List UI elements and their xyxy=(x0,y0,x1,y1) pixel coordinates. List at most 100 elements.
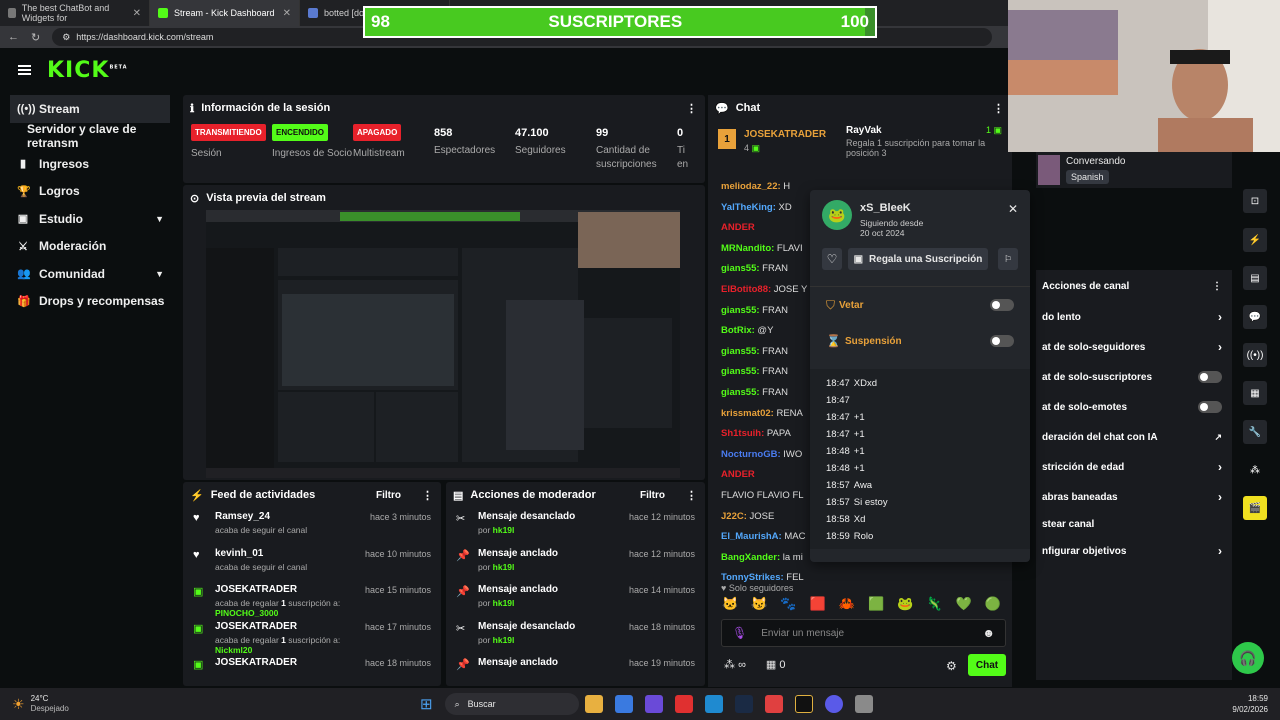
chat-bubble-icon[interactable]: 💬 xyxy=(1243,305,1267,329)
action-age-restriction[interactable]: stricción de edad › xyxy=(1036,452,1232,482)
status-badge: APAGADO xyxy=(353,124,402,141)
action-host-channel[interactable]: stear canal xyxy=(1036,512,1232,536)
back-icon[interactable]: ← xyxy=(8,31,19,43)
emote-bar[interactable]: 🐱 😼 🐾 🟥 🦀 🟩 🐸 🦎 💚 🟢 xyxy=(722,596,1001,612)
close-tab-icon[interactable]: ✕ xyxy=(283,8,291,19)
close-icon[interactable]: ✕ xyxy=(1008,202,1018,238)
chat-username: NocturnoGB: xyxy=(721,448,781,460)
apps-icon[interactable]: ⁂ xyxy=(1243,458,1267,482)
browser-tab[interactable]: The best ChatBot and Widgets for ✕ xyxy=(0,0,150,26)
chat-text: PAPA xyxy=(764,428,791,440)
unpin-icon: ✂ xyxy=(456,513,466,525)
clip-icon[interactable]: ⊡ xyxy=(1243,189,1267,213)
stat-multistream: APAGADO Multistream xyxy=(353,124,434,172)
sidebar-item-server-key[interactable]: Servidor y clave de retransm xyxy=(0,122,180,150)
webcam-image xyxy=(1008,0,1280,152)
chat-input[interactable]: 🎙 Enviar un mensaje ☻ xyxy=(721,619,1006,647)
store-icon[interactable]: ▦ 0 xyxy=(766,658,786,671)
user-message-log: 18:47 XDxd 18:47 18:47 +1 18:47 +1 18:48 +1 18:48… xyxy=(810,369,1030,549)
chat-username: krissmat02: xyxy=(721,407,774,419)
more-options-icon[interactable]: ⋮ xyxy=(686,489,697,502)
tab-favicon-icon xyxy=(158,8,168,18)
discord-icon[interactable] xyxy=(824,695,843,713)
browser-tab-active[interactable]: Stream - Kick Dashboard ✕ xyxy=(150,0,300,26)
filter-button[interactable]: Filtro xyxy=(376,490,401,501)
reload-icon[interactable]: ↻ xyxy=(31,31,40,44)
chat-text: H xyxy=(780,181,791,192)
chart-icon: ▮ xyxy=(19,158,27,171)
chevron-right-icon: › xyxy=(1218,490,1222,504)
app-icon[interactable] xyxy=(644,695,663,713)
layout-icon[interactable]: ▦ xyxy=(1243,381,1267,405)
action-emotes-only[interactable]: at de solo-emotes xyxy=(1036,392,1232,422)
more-options-icon[interactable]: ⋮ xyxy=(686,102,697,115)
menu-icon[interactable] xyxy=(18,65,31,75)
gift-sub-button[interactable]: ▣ Regala una Suscripción xyxy=(848,248,988,270)
heart-icon: ♥ xyxy=(193,512,200,524)
chat-text: @Y xyxy=(754,325,774,337)
more-options-icon[interactable]: ⋮ xyxy=(1212,281,1222,292)
more-options-icon[interactable]: ⋮ xyxy=(993,102,1004,115)
app-icon[interactable] xyxy=(674,695,693,713)
sidebar-item-ingresos[interactable]: ▮ Ingresos xyxy=(0,150,180,178)
site-info-icon[interactable]: ⚙ xyxy=(62,32,70,43)
app-icon[interactable] xyxy=(854,695,873,713)
pin-icon: 📌 xyxy=(456,549,470,562)
category-thumbnail xyxy=(1038,155,1060,185)
app-icon[interactable] xyxy=(794,695,813,713)
timeout-toggle[interactable] xyxy=(990,335,1014,347)
action-followers-only[interactable]: at de solo-seguidores › xyxy=(1036,332,1232,362)
wrench-icon[interactable]: 🔧 xyxy=(1243,420,1267,444)
follow-heart-icon[interactable]: ♡ xyxy=(822,248,842,270)
moderator-actions-panel: ▤ Acciones de moderador Filtro ⋮ ✂ Mensaje d… xyxy=(446,482,705,686)
list-item: ▣ JOSEKATRADER acaba de regalar 1 suscripc… xyxy=(193,584,431,619)
gift-icon: ▣ xyxy=(853,253,864,265)
edge-icon[interactable] xyxy=(704,695,723,713)
file-explorer-icon[interactable] xyxy=(584,695,603,713)
send-chat-button[interactable]: Chat xyxy=(968,654,1006,676)
filter-button[interactable]: Filtro xyxy=(640,490,665,501)
settings-icon[interactable]: ⚙ xyxy=(946,659,957,673)
avatar: 🐸 xyxy=(822,200,852,230)
app-icon[interactable] xyxy=(614,695,633,713)
weather-widget[interactable]: ☀ 24°C Despejado xyxy=(0,694,200,714)
action-goals[interactable]: nfigurar objetivos › xyxy=(1036,536,1232,566)
action-ai-moderation[interactable]: deración del chat con IA ↗ xyxy=(1036,422,1232,452)
action-banned-words[interactable]: abras baneadas › xyxy=(1036,482,1232,512)
sidebar-item-drops[interactable]: 🎁 Drops y recompensas xyxy=(0,288,180,316)
session-info-panel: ℹ Información de la sesión ⋮ TRANSMITIENDO… xyxy=(183,95,705,183)
info-icon: ℹ xyxy=(190,102,195,115)
kick-logo[interactable]: KICKBETA xyxy=(47,58,128,83)
broadcast-icon[interactable]: ((•)) xyxy=(1243,343,1267,367)
gift-icon: ▣ xyxy=(751,143,761,153)
more-options-icon[interactable]: ⋮ xyxy=(422,489,433,502)
sidebar-item-comunidad[interactable]: 👥 Comunidad ▼ xyxy=(0,260,180,288)
ban-toggle[interactable] xyxy=(990,299,1014,311)
bolt-icon[interactable]: ⚡ xyxy=(1243,228,1267,252)
taskbar-search[interactable]: ⌕ Buscar xyxy=(444,693,579,715)
chat-username: MRNandito: xyxy=(721,242,775,254)
steam-icon[interactable] xyxy=(734,695,753,713)
points-icon[interactable]: ⁂ ∞ xyxy=(724,658,746,671)
mod-tool-icon[interactable]: ⚐ xyxy=(998,248,1018,270)
sidebar-item-moderacion[interactable]: ⚔ Moderación xyxy=(0,233,180,261)
poll-icon[interactable]: ▤ xyxy=(1243,266,1267,290)
clock[interactable]: 18:59 9/02/2026 xyxy=(1232,693,1268,715)
chat-username: BotRix: xyxy=(721,325,755,337)
sidebar-item-stream[interactable]: ((•)) Stream xyxy=(10,95,170,123)
action-slow-mode[interactable]: do lento › xyxy=(1036,302,1232,332)
clapper-icon[interactable]: 🎬 xyxy=(1243,496,1267,520)
close-tab-icon[interactable]: ✕ xyxy=(133,8,141,19)
top-gifter-name: JOSEKATRADER xyxy=(744,129,827,140)
sidebar-item-logros[interactable]: 🏆 Logros xyxy=(0,178,180,206)
action-subs-only[interactable]: at de solo-suscriptores xyxy=(1036,362,1232,392)
chat-username: gians55: xyxy=(721,345,760,357)
gift-icon: 🎁 xyxy=(17,295,31,308)
windows-start-icon[interactable]: ⊞ xyxy=(420,695,433,713)
chrome-icon[interactable] xyxy=(764,695,783,713)
sidebar-item-estudio[interactable]: ▣ Estudio ▼ xyxy=(0,205,180,233)
log-entry: 18:59 Rolo xyxy=(826,531,874,542)
support-headset-icon[interactable]: 🎧 xyxy=(1232,642,1264,674)
sidebar: ((•)) Stream Servidor y clave de retransm… xyxy=(0,95,180,315)
stream-preview-video[interactable] xyxy=(206,210,680,478)
